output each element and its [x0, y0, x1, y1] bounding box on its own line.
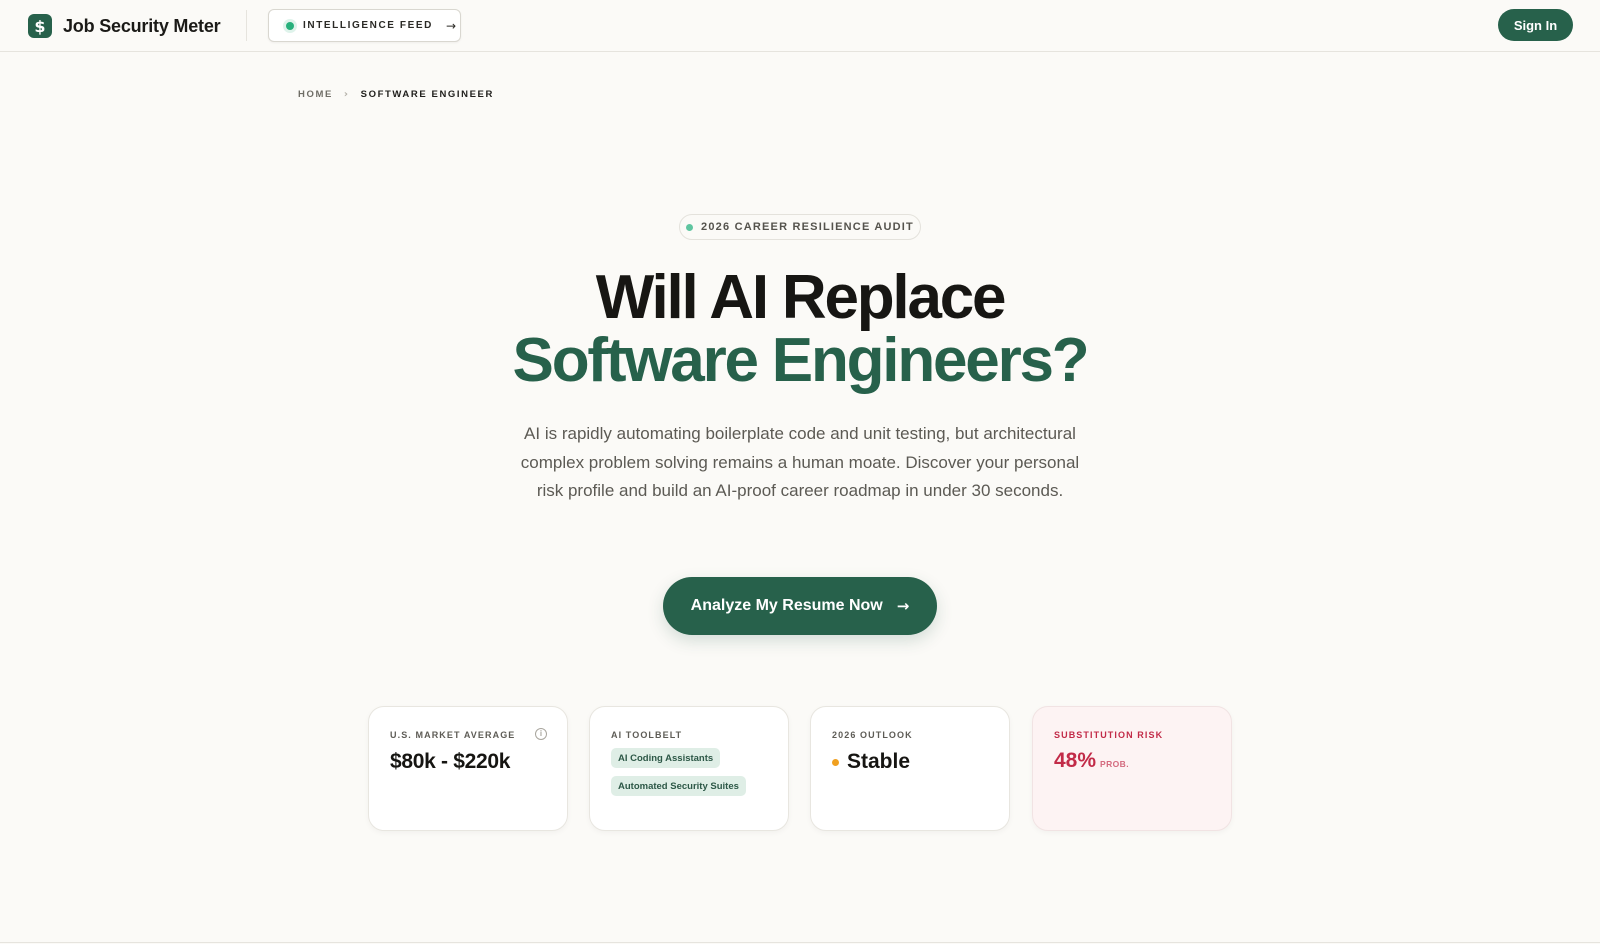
arrow-right-icon: → [445, 18, 457, 33]
page-title-line-1: Will AI Replace [595, 263, 1007, 332]
chevron-right-icon: › [343, 89, 350, 100]
intelligence-feed-label: INTELLIGENCE FEED [303, 20, 433, 31]
info-icon[interactable]: i [535, 728, 547, 740]
analyze-resume-button[interactable]: Analyze My Resume Now → [663, 577, 937, 635]
sign-in-button[interactable]: Sign In [1498, 9, 1573, 41]
outlook-value: Stable [847, 750, 911, 773]
outlook-status: Stable [832, 750, 910, 774]
ai-toolbelt-label: AI TOOLBELT [611, 730, 683, 740]
market-average-card: U.S. MARKET AVERAGE i $80k - $220k [368, 706, 568, 831]
toolbelt-tag: Automated Security Suites [611, 776, 746, 796]
analyze-resume-label: Analyze My Resume Now [690, 597, 883, 614]
brand[interactable]: $ Job Security Meter [28, 13, 221, 39]
audit-badge: 2026 CAREER RESILIENCE AUDIT [679, 214, 921, 240]
dollar-icon: $ [28, 14, 52, 38]
footer-divider [0, 942, 1600, 943]
page-title: Will AI Replace Software Engineers? [0, 266, 1600, 392]
substitution-risk-card: SUBSTITUTION RISK 48% PROB. [1032, 706, 1232, 831]
substitution-risk-value: 48% [1054, 749, 1097, 772]
arrow-right-icon: → [896, 597, 910, 615]
audit-badge-label: 2026 CAREER RESILIENCE AUDIT [701, 221, 914, 233]
breadcrumb: HOME › SOFTWARE ENGINEER [298, 89, 494, 100]
brand-name: Job Security Meter [63, 15, 221, 36]
toolbelt-tag: AI Coding Assistants [611, 748, 721, 768]
header-divider [246, 10, 247, 41]
outlook-card: 2026 OUTLOOK Stable [810, 706, 1010, 831]
outlook-label: 2026 OUTLOOK [832, 730, 913, 740]
market-average-value: $80k - $220k [390, 750, 511, 773]
page-title-line-2: Software Engineers? [512, 326, 1090, 395]
live-dot-icon [286, 21, 294, 30]
status-dot-icon [686, 223, 694, 231]
intelligence-feed-button[interactable]: INTELLIGENCE FEED → [268, 9, 461, 42]
top-bar: $ Job Security Meter INTELLIGENCE FEED →… [0, 0, 1600, 52]
status-dot-icon [832, 758, 839, 766]
breadcrumb-home-link[interactable]: HOME [298, 89, 333, 100]
market-average-label: U.S. MARKET AVERAGE [390, 730, 516, 740]
hero-description: AI is rapidly automating boilerplate cod… [520, 424, 1080, 500]
breadcrumb-current: SOFTWARE ENGINEER [360, 89, 494, 100]
substitution-risk-label: SUBSTITUTION RISK [1054, 730, 1164, 740]
ai-toolbelt-card: AI TOOLBELT AI Coding Assistants Automat… [589, 706, 789, 831]
substitution-risk-unit: PROB. [1100, 759, 1129, 769]
substitution-risk: 48% PROB. [1054, 749, 1129, 773]
